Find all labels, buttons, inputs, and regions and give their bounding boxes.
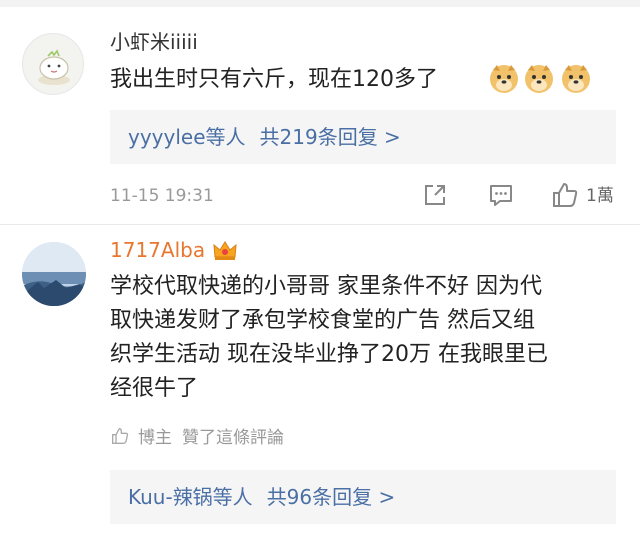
share-icon[interactable] bbox=[420, 180, 450, 210]
avatar[interactable] bbox=[22, 33, 84, 95]
reply-count: 共96条回复 > bbox=[266, 485, 396, 509]
replies-summary-text: Kuu-辣锅等人 共96条回复 > bbox=[128, 470, 395, 524]
doge-emoji-icon bbox=[525, 65, 553, 93]
reply-users: Kuu-辣锅等人 bbox=[128, 485, 253, 509]
top-divider-strip bbox=[0, 0, 640, 7]
comment-username[interactable]: 1717Alba bbox=[110, 238, 205, 262]
like-thumb-icon bbox=[112, 428, 129, 444]
doge-emoji-icon bbox=[562, 65, 590, 93]
replies-summary[interactable]: Kuu-辣锅等人 共96条回复 > bbox=[110, 470, 616, 524]
comment-text: 学校代取快递的小哥哥 家里条件不好 因为代 取快递发财了承包学校食堂的广告 然后… bbox=[110, 270, 548, 406]
comment-text-line: 织学生活动 现在没毕业挣了20万 在我眼里已 bbox=[110, 342, 548, 367]
replies-summary[interactable]: yyyylee等人 共219条回复 > bbox=[110, 110, 616, 164]
like-thumb-icon[interactable] bbox=[550, 180, 580, 210]
author-liked-text: 贊了這條評論 bbox=[182, 428, 284, 448]
doge-emoji-icon bbox=[490, 65, 518, 93]
comment-text-line: 经很牛了 bbox=[110, 376, 199, 401]
comment-timestamp: 11-15 19:31 bbox=[110, 186, 214, 206]
comment-icon[interactable] bbox=[486, 180, 516, 210]
reply-count: 共219条回复 > bbox=[259, 125, 401, 149]
comment-username[interactable]: 小虾米iiiii bbox=[110, 30, 198, 54]
cartoon-avatar-icon bbox=[38, 49, 70, 85]
comment-text-line: 取快递发财了承包学校食堂的广告 然后又组 bbox=[110, 308, 535, 333]
avatar[interactable] bbox=[22, 242, 86, 306]
comment-divider bbox=[0, 224, 640, 225]
like-count: 1萬 bbox=[586, 186, 614, 206]
author-liked-note: 博主 贊了這條評論 bbox=[110, 425, 284, 451]
author-label: 博主 bbox=[138, 428, 172, 448]
comment-text: 我出生时只有六斤，现在120多了 bbox=[110, 66, 438, 94]
replies-summary-text: yyyylee等人 共219条回复 > bbox=[128, 110, 401, 164]
reply-users: yyyylee等人 bbox=[128, 125, 246, 149]
comment-text-line: 我出生时只有六斤，现在120多了 bbox=[110, 67, 438, 92]
crown-icon bbox=[213, 241, 237, 260]
landscape-avatar-icon bbox=[22, 242, 86, 306]
comment-text-line: 学校代取快递的小哥哥 家里条件不好 因为代 bbox=[110, 274, 542, 299]
